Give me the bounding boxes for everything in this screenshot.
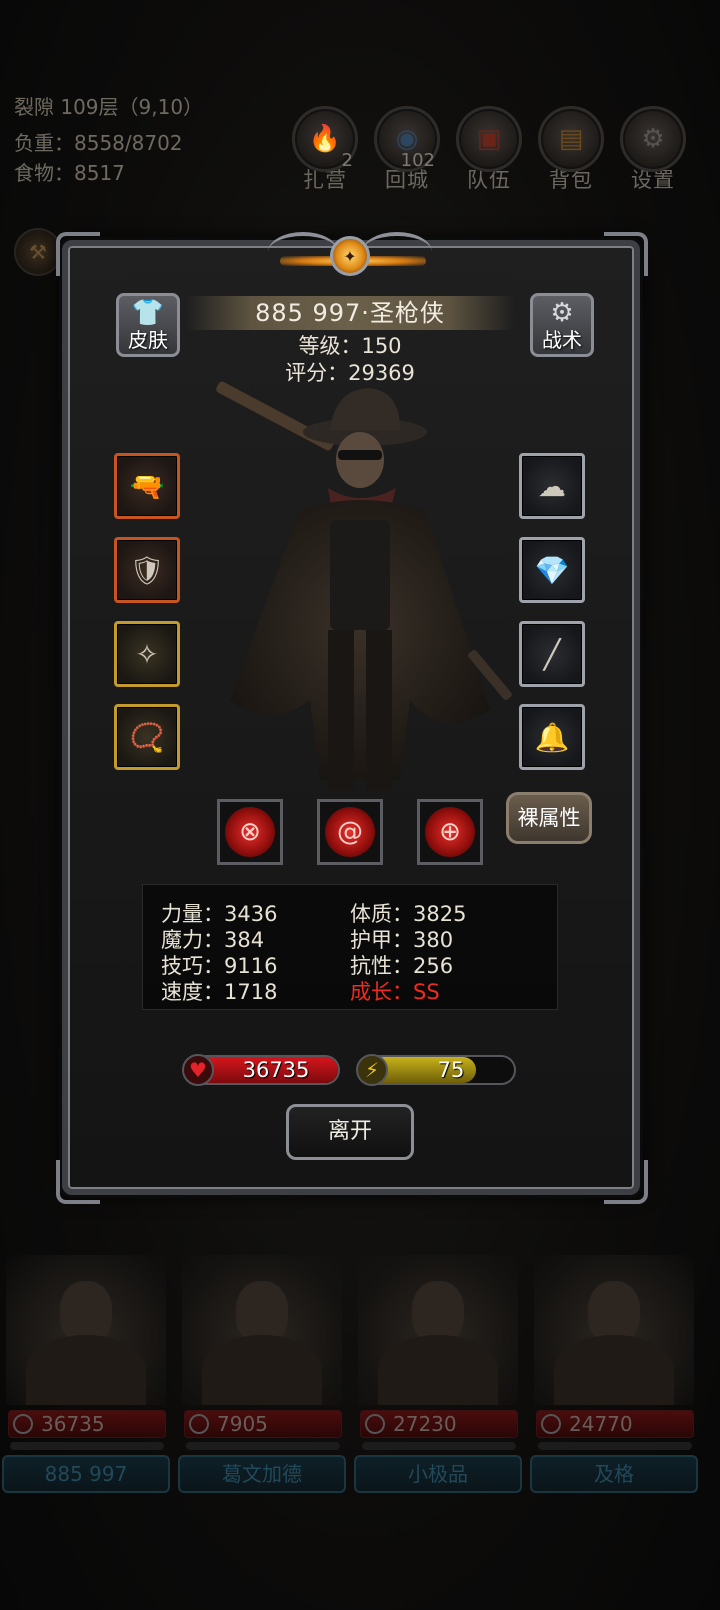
camp-button[interactable]: 🔥 2 扎营	[292, 106, 358, 194]
hero-portrait	[216, 381, 512, 790]
energy-bar: ⚡ 75	[356, 1054, 516, 1086]
hud-info: 裂隙 109层（9,10） 负重：8558/8702 食物：8517	[14, 92, 203, 188]
party-member-3[interactable]: 27230 小极品	[352, 1255, 524, 1495]
location-text: 裂隙 109层（9,10）	[14, 95, 204, 119]
hp-value: 36735	[242, 1058, 310, 1082]
party-member-4[interactable]: 24770 及格	[528, 1255, 700, 1495]
skin-button[interactable]: 👕 皮肤	[116, 293, 180, 357]
skill-slot-3[interactable]: ⊕	[417, 799, 483, 865]
frame-corner-bl	[56, 1160, 100, 1204]
gear-icon: ⚙	[641, 124, 665, 154]
food-text: 食物：8517	[14, 161, 125, 185]
member-mp-bar	[10, 1442, 164, 1450]
skin-label: 皮肤	[128, 328, 168, 352]
return-town-button[interactable]: ◉ 102 回城	[374, 106, 440, 194]
member-name: 及格	[530, 1455, 698, 1493]
hp-bar: ♥ 36735	[182, 1054, 340, 1086]
hero-mask	[338, 450, 382, 460]
team-icon: ▣	[476, 124, 502, 154]
hammer-icon[interactable]: ⚒	[14, 228, 62, 276]
hero-vest	[330, 520, 390, 630]
gear-icon: ⚙	[550, 298, 574, 328]
avatar	[534, 1255, 694, 1405]
member-mp-bar	[362, 1442, 516, 1450]
weight-text: 负重：8558/8702	[14, 131, 183, 155]
bell-icon[interactable]: 🔔	[519, 704, 585, 770]
backpack-icon: ▤	[558, 124, 584, 154]
emblem-icon: ✦	[330, 236, 370, 276]
member-mp-bar	[538, 1442, 692, 1450]
raw-attributes-button[interactable]: 裸属性	[506, 792, 592, 844]
member-hp-bar: 36735	[8, 1410, 166, 1438]
emblem-wing-left	[268, 232, 338, 272]
avatar	[182, 1255, 342, 1405]
tactics-button[interactable]: ⚙ 战术	[530, 293, 594, 357]
flintlock-pistol-icon[interactable]: 🔫	[114, 453, 180, 519]
stat-speed: 速度：1718	[161, 980, 278, 1004]
character-level: 等级：150	[298, 334, 402, 358]
member-name: 小极品	[354, 1455, 522, 1493]
member-hp-value: 27230	[393, 1412, 457, 1436]
member-hp-bar: 27230	[360, 1410, 518, 1438]
pendant-necklace-icon[interactable]: 📿	[114, 704, 180, 770]
hero-leg-right	[366, 630, 392, 790]
hero-leg-left	[328, 630, 354, 790]
member-hp-value: 36735	[41, 1412, 105, 1436]
campfire-icon: 🔥	[308, 124, 342, 154]
rifle-shape	[216, 381, 334, 451]
chest-armor-icon[interactable]: 🛡	[114, 537, 180, 603]
member-mp-bar	[186, 1442, 340, 1450]
staff-icon[interactable]: ╱	[519, 621, 585, 687]
character-name: 885 997·圣枪侠	[186, 296, 514, 330]
frame-corner-br	[604, 1160, 648, 1204]
crosshair-skill-icon: ⊗	[225, 807, 275, 857]
cloud-ring-icon[interactable]: ☁	[519, 453, 585, 519]
camp-badge: 2	[341, 150, 353, 171]
member-hp-bar: 7905	[184, 1410, 342, 1438]
member-name: 葛文加德	[178, 1455, 346, 1493]
skill-slot-2[interactable]: @	[317, 799, 383, 865]
gem-stone-icon[interactable]: 💎	[519, 537, 585, 603]
member-hp-value: 7905	[217, 1412, 268, 1436]
avatar	[358, 1255, 518, 1405]
member-name: 885 997	[2, 1455, 170, 1493]
shirt-icon: 👕	[131, 298, 165, 328]
party-member-1[interactable]: 36735 885 997	[0, 1255, 172, 1495]
leave-button[interactable]: 离开	[286, 1104, 414, 1160]
backpack-button[interactable]: ▤ 背包	[538, 106, 604, 194]
return-badge: 102	[400, 150, 435, 171]
avatar	[6, 1255, 166, 1405]
energy-value: 75	[437, 1058, 465, 1082]
stat-growth: 成长：SS	[350, 980, 440, 1004]
tactics-label: 战术	[542, 328, 582, 352]
swirl-skill-icon: @	[325, 807, 375, 857]
frame-corner-tl	[56, 232, 100, 276]
target-skill-icon: ⊕	[425, 807, 475, 857]
skill-slot-1[interactable]: ⊗	[217, 799, 283, 865]
winged-amulet-icon[interactable]: ✧	[114, 621, 180, 687]
settings-button[interactable]: ⚙ 设置	[620, 106, 686, 194]
member-hp-value: 24770	[569, 1412, 633, 1436]
hat-crown	[330, 388, 400, 430]
member-hp-bar: 24770	[536, 1410, 694, 1438]
party-member-2[interactable]: 7905 葛文加德	[176, 1255, 348, 1495]
frame-corner-tr	[604, 232, 648, 276]
team-button[interactable]: ▣ 队伍	[456, 106, 522, 194]
emblem-wing-right	[362, 232, 432, 272]
